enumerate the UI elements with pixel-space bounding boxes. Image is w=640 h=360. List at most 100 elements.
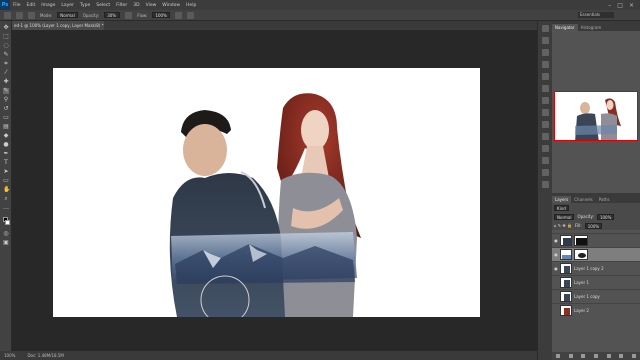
flow-field[interactable]: 100% (152, 12, 170, 18)
layer-thumbnail[interactable] (560, 277, 572, 288)
color-panel-icon[interactable] (542, 145, 549, 152)
layer-row[interactable]: ● (552, 233, 640, 247)
character-panel-icon[interactable] (542, 49, 549, 56)
group-icon[interactable] (606, 354, 611, 358)
dodge-tool-icon[interactable]: ● (3, 142, 9, 148)
menu-select[interactable]: Select (93, 3, 113, 8)
layer-row[interactable]: ● Layer 1 copy 2 (552, 261, 640, 275)
layer-fill-field[interactable]: 100% (584, 222, 603, 229)
marquee-tool-icon[interactable]: ⬚ (3, 34, 9, 40)
airbrush-icon[interactable] (174, 11, 182, 19)
styles-panel-icon[interactable] (542, 121, 549, 128)
hand-tool-icon[interactable]: ✋ (3, 187, 10, 193)
brush-panel-icon[interactable] (542, 73, 549, 80)
pen-tool-icon[interactable]: ✒ (3, 151, 9, 157)
brush-presets-panel-icon[interactable] (542, 85, 549, 92)
pressure-size-icon[interactable] (186, 11, 194, 19)
menu-edit[interactable]: Edit (24, 3, 39, 8)
gradient-tool-icon[interactable]: ▤ (3, 124, 9, 130)
libraries-panel-icon[interactable] (542, 181, 549, 188)
opacity-field[interactable]: 30% (104, 12, 121, 18)
workspace-switcher[interactable]: Essentials (578, 12, 614, 18)
maximize-button[interactable]: □ (617, 2, 623, 9)
layer-thumbnail[interactable] (560, 263, 572, 274)
eye-icon[interactable]: ● (552, 266, 560, 271)
layer-mask-thumbnail[interactable] (574, 249, 588, 260)
properties-panel-icon[interactable] (542, 37, 549, 44)
mode-select[interactable]: Normal (57, 12, 78, 18)
clone-source-panel-icon[interactable] (542, 97, 549, 104)
tab-histogram[interactable]: Histogram (578, 24, 605, 31)
screen-mode-icon[interactable]: ▣ (3, 240, 9, 246)
close-button[interactable]: × (629, 2, 634, 9)
layer-name[interactable]: Layer 1 copy 2 (574, 266, 604, 271)
history-brush-tool-icon[interactable]: ↺ (3, 106, 9, 112)
path-select-tool-icon[interactable]: ➤ (3, 169, 9, 175)
more-tools-icon[interactable]: … (3, 205, 9, 211)
menu-window[interactable]: Window (159, 3, 183, 8)
adjustment-layer-icon[interactable] (593, 354, 598, 358)
tab-navigator[interactable]: Navigator (552, 24, 578, 31)
clone-stamp-tool-icon[interactable]: ⚲ (3, 97, 9, 103)
quick-mask-icon[interactable]: ◎ (3, 231, 9, 237)
brush-panel-icon[interactable] (28, 11, 35, 19)
adjustments-panel-icon[interactable] (542, 109, 549, 116)
layer-row[interactable]: Layer 1 (552, 275, 640, 289)
layer-style-icon[interactable] (568, 354, 573, 358)
eyedropper-tool-icon[interactable]: ⁄ (3, 70, 9, 76)
crop-tool-icon[interactable]: ⌗ (3, 61, 9, 67)
menu-image[interactable]: Image (38, 3, 58, 8)
tab-layers[interactable]: Layers (552, 196, 572, 203)
blur-tool-icon[interactable]: ◆ (3, 133, 9, 139)
layer-thumbnail[interactable] (560, 249, 572, 260)
zoom-level[interactable]: 100% (4, 353, 15, 358)
background-color-swatch[interactable] (5, 220, 10, 225)
info-panel-icon[interactable] (542, 157, 549, 164)
trash-icon[interactable] (631, 354, 636, 358)
layer-kind-filter[interactable]: Kind (554, 204, 569, 211)
layer-name[interactable]: Layer 2 (574, 308, 589, 313)
type-tool-icon[interactable]: T (3, 160, 9, 166)
tab-paths[interactable]: Paths (596, 196, 613, 203)
layer-thumbnail[interactable] (560, 235, 572, 246)
history-panel-icon[interactable] (542, 25, 549, 32)
doc-info[interactable]: Doc: 1.48M/18.5M (27, 353, 63, 358)
pressure-opacity-icon[interactable] (125, 11, 133, 19)
link-layers-icon[interactable] (556, 354, 561, 358)
layer-thumbnail[interactable] (560, 305, 572, 316)
move-tool-icon[interactable]: ✥ (3, 25, 9, 31)
layer-opacity-field[interactable]: 100% (596, 213, 615, 220)
layer-name[interactable]: Layer 1 copy (574, 294, 600, 299)
navigator-preview[interactable] (554, 91, 638, 141)
shape-tool-icon[interactable]: ▭ (3, 178, 9, 184)
layer-row[interactable]: Layer 2 (552, 303, 640, 317)
lasso-tool-icon[interactable]: ◌ (3, 43, 9, 49)
document-canvas[interactable] (53, 68, 480, 317)
menu-help[interactable]: Help (183, 3, 199, 8)
layer-name[interactable]: Layer 1 (574, 280, 589, 285)
blend-mode-select[interactable]: Normal (554, 213, 575, 220)
actions-panel-icon[interactable] (542, 169, 549, 176)
layer-row[interactable]: ● (552, 247, 640, 261)
minimize-button[interactable]: – (608, 2, 611, 9)
menu-file[interactable]: File (10, 3, 24, 8)
tab-channels[interactable]: Channels (571, 196, 596, 203)
brush-preset-icon[interactable] (4, 11, 11, 19)
healing-brush-tool-icon[interactable]: ✚ (3, 79, 9, 85)
eye-icon[interactable]: ● (552, 238, 560, 243)
brush-tool-icon[interactable]: ✎ (3, 88, 9, 94)
add-mask-icon[interactable] (581, 354, 586, 358)
menu-view[interactable]: View (143, 3, 160, 8)
quick-select-tool-icon[interactable]: ✎ (3, 52, 9, 58)
layer-thumbnail[interactable] (560, 291, 572, 302)
layer-mask-thumbnail[interactable] (574, 235, 588, 246)
zoom-tool-icon[interactable]: ⌕ (3, 196, 9, 202)
layer-row[interactable]: Layer 1 copy (552, 289, 640, 303)
new-layer-icon[interactable] (619, 354, 624, 358)
menu-filter[interactable]: Filter (113, 3, 130, 8)
document-tab[interactable]: ed-1 @ 100% (Layer 1 copy, Layer Mask/8)… (12, 21, 104, 30)
eye-icon[interactable]: ● (552, 252, 560, 257)
menu-type[interactable]: Type (77, 3, 93, 8)
paragraph-panel-icon[interactable] (542, 61, 549, 68)
lock-icons[interactable]: ⌂ ✎ ✥ 🔒 (554, 223, 572, 228)
